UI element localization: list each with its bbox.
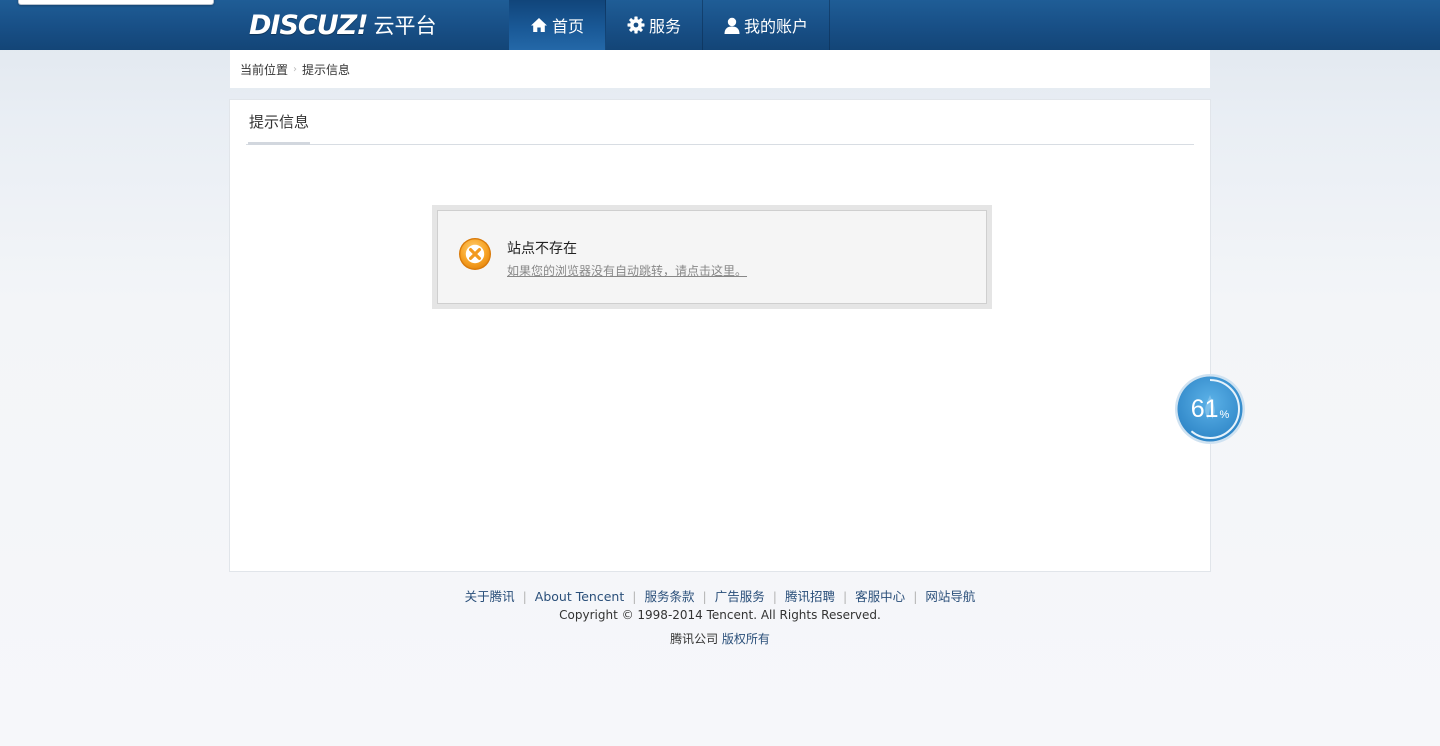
footer-copyright: Copyright © 1998-2014 Tencent. All Right… [559,608,881,622]
alert-box: 站点不存在 如果您的浏览器没有自动跳转，请点击这里。 [432,205,992,309]
message-panel: 提示信息 站点不存在 如果您的浏览器没有自动跳转，请点击这里。 [229,99,1211,572]
nav-item-home[interactable]: 首页 [509,0,607,50]
progress-value: 61 [1190,394,1219,423]
footer-links: 关于腾讯 | About Tencent | 服务条款 | 广告服务 | 腾讯招聘 | 客服中心 | 网… [0,586,1440,605]
user-icon [724,17,740,34]
footer-link-jobs[interactable]: 腾讯招聘 [785,589,835,604]
footer-separator: | [842,589,848,604]
footer-separator: | [913,589,918,604]
nav-item-services[interactable]: 服务 [606,0,704,50]
breadcrumb-prefix: 当前位置 [240,62,289,77]
nav-item-account[interactable]: 我的账户 [703,0,831,50]
breadcrumb: 当前位置 › 提示信息 [230,50,1210,88]
panel-title-bar: 提示信息 [246,100,1194,145]
nav-item-label: 服务 [649,17,682,36]
footer-link-about-en[interactable]: About Tencent [535,589,624,604]
breadcrumb-current: 提示信息 [302,62,351,77]
logo-sub-text: 云平台 [373,14,437,38]
discuz-logo[interactable]: DISCUZ! 云平台 [249,8,437,42]
progress-unit: % [1219,409,1230,421]
footer-separator: | [522,589,527,604]
footer-link-about[interactable]: 关于腾讯 [465,589,515,604]
redirect-link[interactable]: 如果您的浏览器没有自动跳转，请点击这里。 [507,262,747,279]
progress-readout: 61 % [1174,373,1246,445]
footer-separator: | [702,589,707,604]
footer-separator: | [632,589,637,604]
footer-link-terms[interactable]: 服务条款 [644,589,694,604]
main-nav: 首页 服务 我的账户 [509,0,831,50]
rights-link[interactable]: 版权所有 [722,632,770,646]
nav-item-label: 我的账户 [744,17,809,36]
footer-link-ads[interactable]: 广告服务 [715,589,765,604]
footer-company: 腾讯公司 版权所有 [0,630,1440,647]
nav-item-label: 首页 [552,17,585,36]
browser-tab-stub [18,0,214,5]
logo-main-text: DISCUZ! [249,9,369,41]
footer-link-support[interactable]: 客服中心 [855,589,905,604]
error-x-icon [459,238,491,270]
top-header: DISCUZ! 云平台 首页 服务 我的账户 [0,0,1440,50]
gear-icon [627,16,645,34]
company-name: 腾讯公司 [670,632,719,646]
progress-bubble[interactable]: 61 % [1174,373,1246,445]
footer-link-sitemap[interactable]: 网站导航 [925,589,975,604]
footer-separator: | [772,589,777,604]
alert-inner: 站点不存在 如果您的浏览器没有自动跳转，请点击这里。 [437,210,987,304]
breadcrumb-separator: › [293,63,298,75]
home-icon [531,18,547,32]
panel-title: 提示信息 [248,100,311,145]
alert-title: 站点不存在 [507,241,577,257]
